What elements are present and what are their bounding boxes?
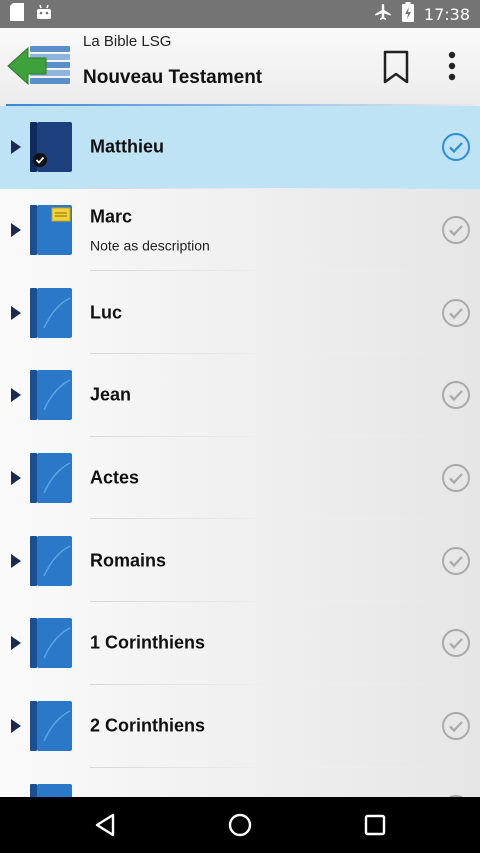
bookmark-button[interactable] bbox=[380, 48, 412, 88]
check-circle-icon[interactable] bbox=[441, 298, 471, 328]
book-title: Actes bbox=[90, 467, 140, 488]
page-title: Nouveau Testament bbox=[83, 67, 263, 88]
home-circle-icon bbox=[228, 813, 252, 837]
book-title: Marc bbox=[90, 206, 133, 227]
expand-arrow-icon[interactable] bbox=[11, 553, 21, 568]
check-circle-icon[interactable] bbox=[441, 546, 471, 576]
book-icon bbox=[30, 701, 72, 752]
book-description: Note as description bbox=[90, 237, 210, 254]
app-subtitle: La Bible LSG bbox=[83, 33, 172, 50]
recents-nav-button[interactable] bbox=[357, 807, 393, 843]
check-circle-icon[interactable] bbox=[441, 711, 471, 741]
bookmark-icon bbox=[383, 50, 409, 84]
check-circle-icon[interactable] bbox=[441, 463, 471, 493]
list-item[interactable]: 1 Corinthiens bbox=[0, 602, 480, 685]
check-circle-icon[interactable] bbox=[441, 132, 471, 162]
battery-charging-icon bbox=[401, 2, 414, 26]
expand-arrow-icon[interactable] bbox=[11, 719, 21, 734]
status-bar: 17:38 bbox=[0, 0, 480, 28]
book-title: 2 Corinthiens bbox=[90, 715, 206, 736]
list-item[interactable]: Actes bbox=[0, 437, 480, 520]
book-title: Romains bbox=[90, 550, 167, 571]
expand-arrow-icon[interactable] bbox=[11, 388, 21, 403]
sd-card-icon bbox=[10, 2, 24, 26]
list-item[interactable]: Romains bbox=[0, 519, 480, 603]
check-circle-icon[interactable] bbox=[441, 628, 471, 658]
book-icon bbox=[30, 618, 72, 669]
home-nav-button[interactable] bbox=[222, 807, 258, 843]
book-icon bbox=[30, 122, 72, 173]
book-title: Jean bbox=[90, 384, 132, 405]
expand-arrow-icon[interactable] bbox=[11, 636, 21, 651]
book-icon bbox=[30, 535, 72, 586]
book-icon bbox=[30, 370, 72, 421]
android-icon bbox=[36, 4, 52, 25]
book-list: Matthieu Marc Note as description Luc Je… bbox=[0, 106, 480, 797]
airplane-mode-icon bbox=[374, 3, 392, 25]
expand-arrow-icon[interactable] bbox=[11, 305, 21, 320]
navigation-bar bbox=[0, 797, 480, 853]
list-item[interactable]: Matthieu bbox=[0, 106, 480, 189]
check-circle-icon[interactable] bbox=[441, 380, 471, 410]
expand-arrow-icon[interactable] bbox=[11, 223, 21, 238]
list-item[interactable]: Marc Note as description bbox=[0, 189, 480, 272]
expand-arrow-icon[interactable] bbox=[11, 471, 21, 486]
overflow-menu-button[interactable] bbox=[436, 48, 468, 88]
check-circle-icon[interactable] bbox=[441, 215, 471, 245]
list-item[interactable] bbox=[0, 768, 480, 797]
list-item[interactable]: Luc bbox=[0, 271, 480, 355]
clock-time: 17:38 bbox=[423, 4, 470, 24]
book-title: Matthieu bbox=[90, 136, 164, 157]
book-title: Luc bbox=[90, 302, 123, 323]
book-with-note-icon bbox=[30, 205, 72, 256]
book-icon bbox=[30, 453, 72, 504]
book-title: 1 Corinthiens bbox=[90, 632, 206, 653]
recents-square-icon bbox=[364, 814, 386, 836]
back-arrow-books-icon bbox=[7, 46, 70, 86]
expand-arrow-icon[interactable] bbox=[11, 140, 21, 155]
back-nav-button[interactable] bbox=[87, 807, 123, 843]
back-triangle-icon bbox=[95, 813, 115, 837]
list-item[interactable]: Jean bbox=[0, 354, 480, 437]
list-item[interactable]: 2 Corinthiens bbox=[0, 685, 480, 768]
more-vert-icon bbox=[448, 51, 456, 81]
back-button[interactable] bbox=[6, 42, 74, 92]
book-icon bbox=[30, 783, 72, 797]
book-icon bbox=[30, 287, 72, 338]
toolbar: La Bible LSG Nouveau Testament bbox=[0, 28, 480, 106]
